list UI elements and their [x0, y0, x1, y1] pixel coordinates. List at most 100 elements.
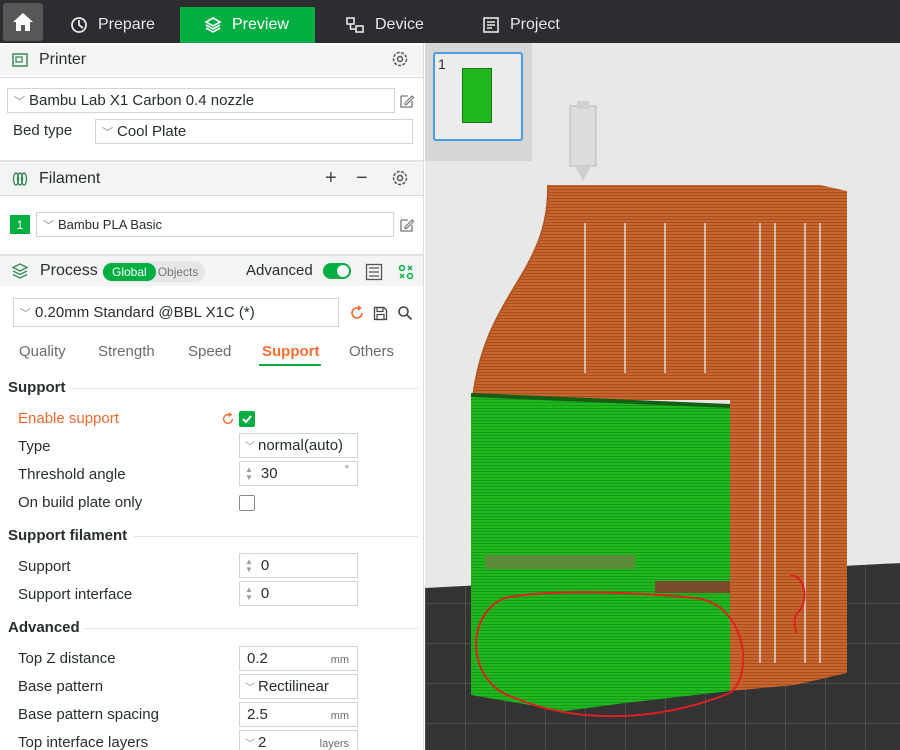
home-icon — [13, 13, 33, 31]
support-type-label: Type — [18, 438, 51, 455]
threshold-angle-input[interactable]: ▲ ▼ 30 ° — [239, 461, 358, 486]
edit-filament-icon[interactable] — [399, 217, 415, 233]
printer-settings-gear-icon[interactable] — [391, 50, 409, 68]
base-pattern-select[interactable]: ﹀ Rectilinear — [239, 674, 358, 699]
threshold-angle-unit: ° — [344, 464, 349, 476]
plate-thumbnail[interactable] — [433, 52, 523, 141]
settings-sidebar: Printer ﹀ Bambu Lab X1 Carbon 0.4 nozzle… — [0, 43, 424, 750]
base-pattern-spacing-unit: mm — [330, 710, 349, 722]
filament-select[interactable]: ﹀ Bambu PLA Basic — [36, 212, 394, 237]
tab-prepare[interactable]: Prepare — [58, 7, 180, 43]
spin-arrows-icon[interactable]: ▲ ▼ — [245, 585, 253, 602]
build-plate-only-label: On build plate only — [18, 494, 143, 511]
parameter-list-icon[interactable] — [365, 263, 383, 281]
nozzle-icon — [569, 101, 597, 181]
tab-preview[interactable]: Preview — [180, 7, 315, 43]
threshold-angle-label: Threshold angle — [18, 466, 126, 483]
build-plate-only-checkbox[interactable] — [239, 495, 255, 511]
tab-preview-label: Preview — [232, 16, 289, 33]
spin-arrows-icon[interactable]: ▲ ▼ — [245, 557, 253, 574]
divider — [134, 536, 418, 537]
printer-select[interactable]: ﹀ Bambu Lab X1 Carbon 0.4 nozzle — [7, 88, 395, 113]
process-tabs: Quality Strength Speed Support Others — [0, 339, 423, 369]
support-type-value: normal(auto) — [258, 437, 344, 454]
threshold-angle-value: 30 — [260, 465, 278, 482]
base-pattern-spacing-value: 2.5 — [247, 706, 268, 723]
advanced-group-title: Advanced — [8, 619, 80, 636]
tab-strength[interactable]: Strength — [98, 343, 155, 360]
device-icon — [346, 17, 364, 33]
remove-filament-minus-icon[interactable]: − — [356, 167, 368, 190]
printer-section-title: Printer — [39, 51, 87, 68]
chevron-down-icon: ﹀ — [245, 442, 255, 453]
plate-number: 1 — [438, 56, 446, 72]
search-icon[interactable] — [397, 305, 413, 321]
filament-slot-number: 1 — [16, 217, 24, 232]
support-interface-value: 0 — [260, 585, 270, 602]
support-interface-label: Support interface — [18, 586, 133, 603]
filament-settings-gear-icon[interactable] — [391, 169, 409, 187]
tab-device[interactable]: Device — [333, 7, 448, 43]
checkmark-icon — [242, 415, 252, 424]
bed-type-value: Cool Plate — [117, 123, 187, 140]
enable-support-checkbox[interactable] — [239, 411, 255, 427]
cube-icon — [71, 17, 87, 33]
reset-preset-icon[interactable] — [349, 305, 365, 321]
support-slot — [485, 555, 635, 569]
tab-device-label: Device — [375, 16, 424, 33]
bed-type-select[interactable]: ﹀ Cool Plate — [95, 119, 413, 144]
tab-prepare-label: Prepare — [98, 16, 155, 33]
advanced-label: Advanced — [246, 262, 313, 279]
printer-section-header: Printer — [0, 45, 423, 75]
tab-support[interactable]: Support — [262, 343, 320, 360]
top-interface-layers-select[interactable]: ﹀ 2 layers — [239, 730, 358, 750]
base-pattern-value: Rectilinear — [258, 678, 329, 695]
divider — [0, 77, 423, 78]
support-group-title: Support — [8, 379, 66, 396]
reset-value-icon[interactable] — [221, 412, 235, 426]
chevron-down-icon: ﹀ — [245, 739, 255, 750]
top-z-distance-label: Top Z distance — [18, 650, 116, 667]
add-filament-plus-icon[interactable]: + — [325, 167, 337, 190]
global-objects-toggle[interactable]: Global Objects — [102, 261, 205, 282]
top-z-distance-value: 0.2 — [247, 650, 268, 667]
preview-3d-viewport[interactable]: 1 — [425, 43, 900, 750]
printer-name: Bambu Lab X1 Carbon 0.4 nozzle — [29, 92, 255, 109]
support-structure — [471, 395, 730, 711]
filament-slot-badge[interactable]: 1 — [10, 215, 30, 234]
chevron-down-icon: ﹀ — [43, 219, 54, 232]
tab-project[interactable]: Project — [470, 7, 585, 43]
plate-thumbnail-model — [462, 68, 492, 123]
top-z-distance-input[interactable]: 0.2 mm — [239, 646, 358, 671]
support-interface-input[interactable]: ▲ ▼ 0 — [239, 581, 358, 606]
divider — [0, 160, 423, 162]
tab-quality[interactable]: Quality — [19, 343, 66, 360]
tab-project-label: Project — [510, 16, 560, 33]
base-pattern-label: Base pattern — [18, 678, 104, 695]
divider — [70, 388, 418, 389]
save-preset-icon[interactable] — [373, 306, 388, 321]
advanced-toggle-switch[interactable] — [323, 263, 351, 279]
active-tab-indicator — [259, 364, 321, 366]
top-interface-layers-value: 2 — [258, 734, 267, 750]
plate-thumbnail-panel: 1 — [425, 43, 532, 161]
tab-others[interactable]: Others — [349, 343, 394, 360]
base-pattern-spacing-input[interactable]: 2.5 mm — [239, 702, 358, 727]
base-pattern-spacing-label: Base pattern spacing — [18, 706, 159, 723]
home-button[interactable] — [3, 3, 43, 41]
compare-presets-icon[interactable] — [398, 264, 414, 280]
support-type-select[interactable]: ﹀ normal(auto) — [239, 433, 358, 458]
process-preset-select[interactable]: ﹀ 0.20mm Standard @BBL X1C (*) — [13, 298, 339, 327]
chevron-down-icon: ﹀ — [102, 126, 113, 139]
tab-speed[interactable]: Speed — [188, 343, 231, 360]
spin-arrows-icon[interactable]: ▲ ▼ — [245, 465, 253, 482]
filament-spool-icon — [12, 172, 28, 186]
top-interface-layers-label: Top interface layers — [18, 734, 149, 750]
support-filament-input[interactable]: ▲ ▼ 0 — [239, 553, 358, 578]
chevron-down-icon: ﹀ — [14, 95, 25, 108]
toggle-objects[interactable]: Objects — [158, 265, 199, 279]
edit-printer-icon[interactable] — [399, 93, 415, 109]
support-filament-group-title: Support filament — [8, 527, 128, 544]
chevron-down-icon: ﹀ — [245, 683, 255, 694]
toggle-global[interactable]: Global — [103, 262, 156, 281]
